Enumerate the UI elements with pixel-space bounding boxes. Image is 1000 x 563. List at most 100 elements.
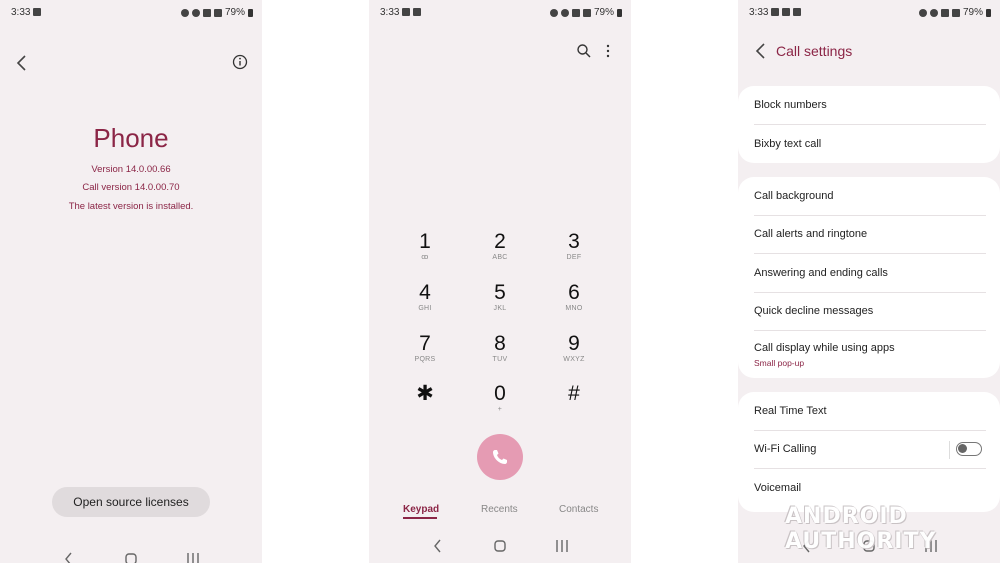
tab-contacts[interactable]: Contacts	[559, 504, 598, 515]
notification-icons	[33, 8, 41, 16]
settings-group-1: Block numbers Bixby text call	[738, 86, 1000, 163]
info-icon[interactable]	[231, 53, 249, 71]
back-arrow-icon[interactable]	[753, 42, 769, 60]
setting-call-display-while-using-apps[interactable]: Call display while using apps	[754, 342, 984, 354]
bluetooth-icon	[191, 8, 200, 17]
setting-answering-ending-calls[interactable]: Answering and ending calls	[754, 267, 984, 279]
version-text: Version 14.0.00.66	[91, 164, 171, 175]
key-digit: 1	[419, 230, 431, 253]
notification-icons	[771, 8, 801, 16]
signal-icon	[582, 8, 591, 17]
settings-group-3: Real Time Text Wi-Fi Calling Voicemail	[738, 392, 1000, 512]
call-version-text: Call version 14.0.00.70	[82, 182, 180, 193]
status-bar: 3:33 79%	[0, 0, 262, 22]
alarm-icon	[180, 8, 189, 17]
key-digit: ✱	[416, 382, 434, 405]
key-digit: #	[568, 382, 580, 405]
gallery-icon	[782, 8, 790, 16]
key-star[interactable]: ✱	[395, 383, 455, 427]
nav-back-icon[interactable]	[428, 536, 448, 556]
key-digit: 6	[568, 281, 580, 304]
divider	[754, 330, 986, 331]
key-0[interactable]: 0 +	[470, 383, 530, 427]
message-icon	[771, 8, 779, 16]
notification-icons	[402, 8, 421, 16]
dialer-toolbar	[369, 43, 631, 61]
battery-percent: 79%	[962, 7, 983, 18]
signal-icon	[951, 8, 960, 17]
battery-icon	[986, 8, 991, 17]
divider	[754, 253, 986, 254]
nav-home-icon[interactable]	[121, 549, 141, 563]
nav-recents-icon[interactable]	[552, 536, 572, 556]
nav-recents-icon[interactable]	[183, 549, 203, 563]
key-9[interactable]: 9 WXYZ	[544, 333, 604, 377]
key-letters: ABC	[492, 254, 508, 261]
setting-call-background[interactable]: Call background	[754, 190, 984, 202]
call-button[interactable]	[477, 434, 523, 480]
message-icon	[793, 8, 801, 16]
open-source-licenses-button[interactable]: Open source licenses	[52, 487, 210, 517]
toggle-separator	[949, 441, 950, 459]
status-time: 3:33	[749, 7, 769, 18]
app-info-screen: 3:33 79% Phone Version 14.0.00.66 Call v…	[0, 0, 262, 563]
latest-version-text: The latest version is installed.	[68, 201, 194, 212]
key-digit: 9	[568, 332, 580, 355]
key-digit: 7	[419, 332, 431, 355]
key-3[interactable]: 3 DEF	[544, 231, 604, 275]
status-right: 79%	[180, 7, 253, 18]
setting-bixby-text-call[interactable]: Bixby text call	[754, 138, 984, 150]
setting-block-numbers[interactable]: Block numbers	[754, 99, 984, 111]
wifi-icon	[202, 8, 211, 17]
setting-real-time-text[interactable]: Real Time Text	[754, 405, 984, 417]
message-icon	[33, 8, 41, 16]
key-digit: 4	[419, 281, 431, 304]
divider	[754, 430, 986, 431]
key-2[interactable]: 2 ABC	[470, 231, 530, 275]
wifi-calling-toggle[interactable]	[956, 442, 982, 456]
setting-voicemail[interactable]: Voicemail	[754, 482, 984, 494]
key-letters: PQRS	[414, 356, 436, 363]
back-arrow-icon[interactable]	[12, 53, 32, 73]
stage: 3:33 79% Phone Version 14.0.00.66 Call v…	[0, 0, 1000, 563]
key-hash[interactable]: #	[544, 383, 604, 427]
watermark: ANDROID AUTHORITY	[785, 504, 937, 554]
key-1[interactable]: 1ꝏ	[395, 231, 455, 275]
bluetooth-icon	[560, 8, 569, 17]
search-icon[interactable]	[576, 43, 592, 59]
wifi-icon	[940, 8, 949, 17]
phone-icon	[493, 450, 507, 464]
divider	[754, 468, 986, 469]
key-letters: MNO	[565, 305, 583, 312]
key-4[interactable]: 4 GHI	[395, 282, 455, 326]
status-time: 3:33	[380, 7, 400, 18]
tab-keypad[interactable]: Keypad	[403, 504, 439, 515]
setting-call-alerts-ringtone[interactable]: Call alerts and ringtone	[754, 228, 984, 240]
tab-active-indicator	[403, 517, 437, 519]
divider	[754, 292, 986, 293]
app-title: Phone	[93, 123, 169, 153]
message-icon	[402, 8, 410, 16]
alarm-icon	[549, 8, 558, 17]
signal-icon	[213, 8, 222, 17]
key-5[interactable]: 5 JKL	[470, 282, 530, 326]
key-7[interactable]: 7 PQRS	[395, 333, 455, 377]
battery-icon	[248, 8, 253, 17]
dialer-screen: 3:33 79% 1 ꝏ 2 ABC 3 DEF 4 GHI 5 JKL 6 MNO 7 PQRS 8 TUV…	[369, 0, 631, 563]
setting-call-display-subtitle: Small pop-up	[754, 358, 805, 368]
key-6[interactable]: 6 MNO	[544, 282, 604, 326]
divider	[754, 124, 986, 125]
key-letters: WXYZ	[563, 356, 585, 363]
setting-quick-decline-messages[interactable]: Quick decline messages	[754, 305, 984, 317]
divider	[754, 215, 986, 216]
status-right: 79%	[549, 7, 622, 18]
tab-recents[interactable]: Recents	[481, 504, 518, 515]
nav-home-icon[interactable]	[490, 536, 510, 556]
nav-back-icon[interactable]	[59, 549, 79, 563]
page-title: Call settings	[776, 43, 853, 59]
alarm-icon	[918, 8, 927, 17]
key-8[interactable]: 8 TUV	[470, 333, 530, 377]
key-letters: TUV	[492, 356, 508, 363]
more-options-icon[interactable]	[604, 43, 612, 59]
message-icon	[413, 8, 421, 16]
